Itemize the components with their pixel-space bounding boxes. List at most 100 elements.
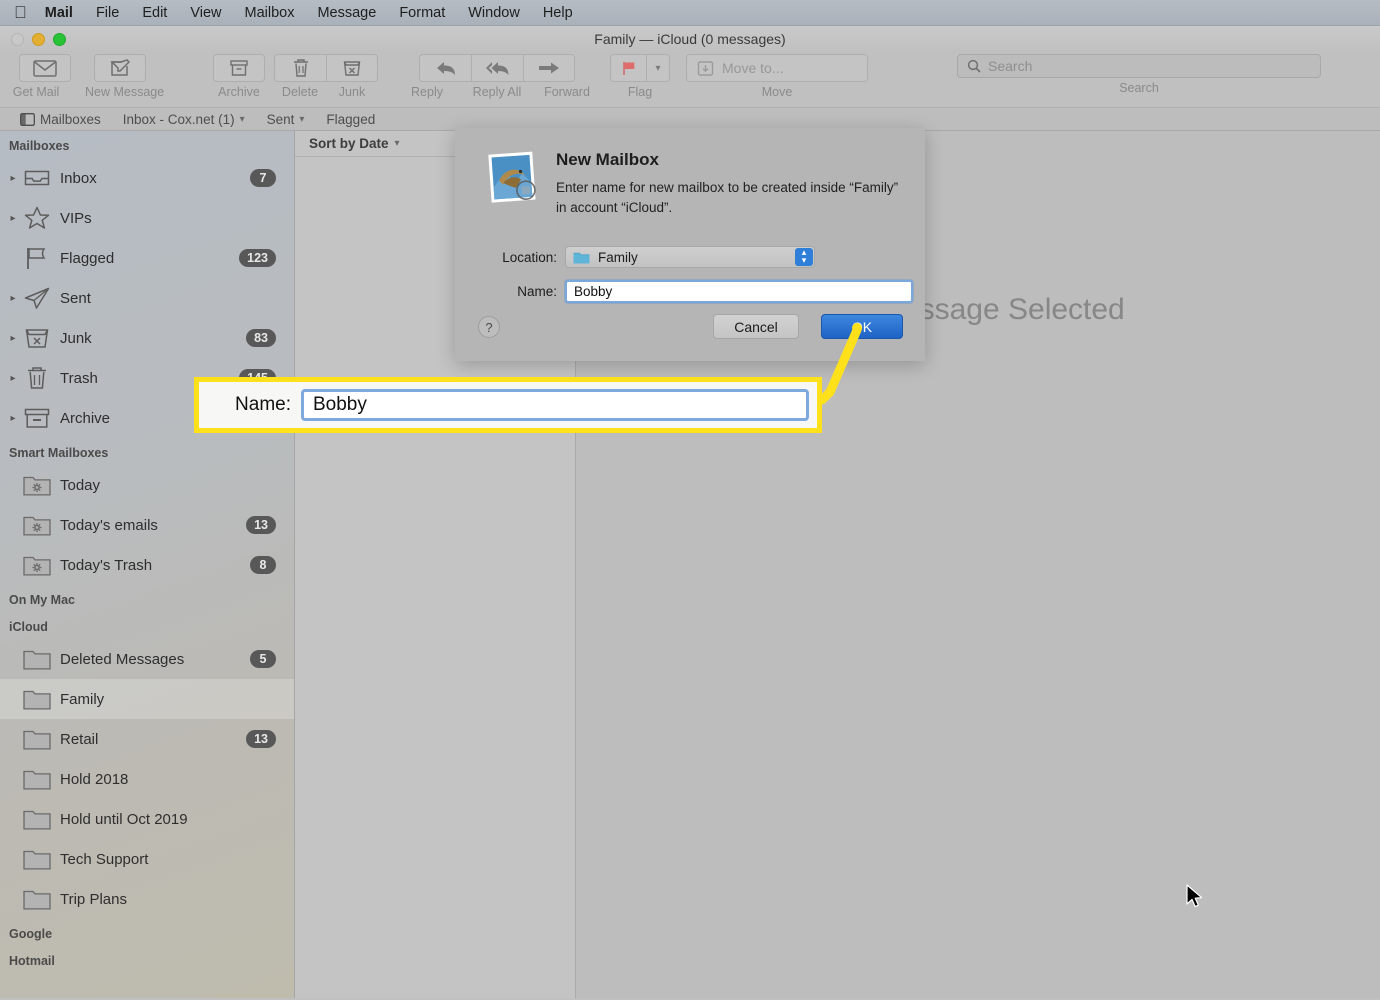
disclosure-triangle-icon[interactable]: ▸ (6, 293, 20, 304)
mailboxes-toggle[interactable]: Mailboxes (12, 112, 109, 127)
move-to-button[interactable]: Move to... (686, 54, 868, 82)
smart-folder-icon (20, 514, 54, 537)
sidebar-item-hold-2018[interactable]: ▸Hold 2018 (0, 759, 294, 799)
sidebar-item-label: Hold 2018 (60, 770, 129, 788)
new-message-button[interactable] (94, 54, 146, 82)
move-to-folder-icon (697, 60, 714, 76)
flag-button[interactable] (610, 54, 646, 82)
sidebar-item-label: Trash (60, 369, 98, 387)
sidebar-item-sent[interactable]: ▸ Sent (0, 278, 294, 318)
ok-button[interactable]: OK (821, 314, 903, 339)
cancel-button[interactable]: Cancel (713, 314, 799, 339)
sidebar-item-tech-support[interactable]: ▸Tech Support (0, 839, 294, 879)
mailbox-name-input[interactable]: Bobby (565, 280, 913, 303)
reply-all-label: Reply All (472, 85, 522, 99)
menu-edit[interactable]: Edit (142, 5, 167, 21)
sidebar-item-hold-until-oct-2019[interactable]: ▸Hold until Oct 2019 (0, 799, 294, 839)
menu-message[interactable]: Message (317, 5, 376, 21)
menu-window[interactable]: Window (468, 5, 520, 21)
sidebar-item-label: Family (60, 690, 105, 708)
menu-format[interactable]: Format (399, 5, 445, 21)
location-label: Location: (502, 249, 557, 265)
reply-all-button[interactable] (471, 54, 523, 82)
location-select[interactable]: Family ▴ ▾ (565, 246, 815, 268)
search-input[interactable]: Search (957, 54, 1321, 78)
sidebar-item-label: Flagged (60, 249, 115, 267)
chevron-down-icon: ▾ (239, 113, 245, 125)
sidebar-item-deleted-messages[interactable]: ▸Deleted Messages5 (0, 639, 294, 679)
sidebar-item-label: Trip Plans (60, 890, 127, 908)
sidebar-item-label: Sent (60, 289, 91, 307)
mouse-cursor-icon (1186, 884, 1203, 908)
new-mailbox-dialog: New Mailbox Enter name for new mailbox t… (455, 128, 925, 361)
sidebar-item-junk[interactable]: ▸ Junk 83 (0, 318, 294, 358)
folder-icon (20, 888, 54, 911)
unread-count-badge: 8 (250, 556, 276, 574)
junk-button[interactable] (326, 54, 378, 82)
unread-count-badge: 83 (246, 329, 276, 347)
archive-label: Archive (218, 85, 260, 99)
sidebar: Mailboxes ▸ Inbox 7 ▸ VIPs ▸ Flagged 123 ▸ Sent ▸ Ju… (0, 131, 295, 998)
reply-button[interactable] (419, 54, 471, 82)
fav-sent[interactable]: Sent ▾ (259, 112, 313, 127)
toolbar: Get Mail New Message Archive Delete Junk… (0, 52, 1380, 107)
mail-stamp-icon (485, 150, 543, 211)
sidebar-item-retail[interactable]: ▸Retail13 (0, 719, 294, 759)
sidebar-item-flagged[interactable]: ▸Flagged123 (0, 238, 294, 278)
sidebar-item-label: Archive (60, 409, 111, 427)
menu-help[interactable]: Help (543, 5, 573, 21)
reply-all-arrow-icon (485, 61, 508, 75)
sidebar-section-header: Smart Mailboxes (9, 446, 109, 460)
disclosure-triangle-icon[interactable]: ▸ (6, 373, 20, 384)
sidebar-item-vips[interactable]: ▸ VIPs (0, 198, 294, 238)
dialog-message: Enter name for new mailbox to be created… (556, 180, 899, 215)
forward-button[interactable] (523, 54, 575, 82)
folder-icon (573, 252, 590, 263)
inbox-icon (20, 168, 54, 188)
sidebar-item-family[interactable]: ▸Family (0, 679, 294, 719)
apple-menu-icon[interactable]:  (14, 4, 27, 21)
sidebar-section-header: On My Mac (9, 593, 75, 607)
get-mail-label: Get Mail (12, 85, 60, 99)
delete-button[interactable] (274, 54, 326, 82)
junk-bin-icon (343, 61, 361, 76)
sort-by-date-label: Sort by Date (309, 136, 389, 151)
fav-flagged-label: Flagged (326, 111, 376, 127)
forward-label: Forward (544, 85, 590, 99)
envelope-icon (33, 59, 57, 77)
get-mail-button[interactable] (19, 54, 71, 82)
junk-label: Junk (338, 85, 366, 99)
sidebar-item-label: VIPs (60, 209, 92, 227)
folder-icon (20, 688, 54, 711)
menu-mail[interactable]: Mail (45, 5, 73, 21)
sidebar-item-today[interactable]: ▸Today (0, 465, 294, 505)
delete-label: Delete (281, 85, 319, 99)
folder-icon (20, 648, 54, 671)
disclosure-triangle-icon[interactable]: ▸ (6, 413, 20, 424)
chevron-down-icon: ▾ (655, 62, 661, 74)
menu-mailbox[interactable]: Mailbox (245, 5, 295, 21)
forward-arrow-icon (539, 62, 559, 74)
chevron-down-icon: ▾ (299, 113, 305, 125)
folder-icon (20, 768, 54, 791)
callout-name-input[interactable]: Bobby (301, 389, 809, 421)
sidebar-item-trip-plans[interactable]: ▸Trip Plans (0, 879, 294, 919)
sidebar-section-header: iCloud (9, 620, 48, 634)
help-button[interactable]: ? (478, 316, 500, 338)
sidebar-item-label: Junk (60, 329, 92, 347)
sidebar-item-inbox[interactable]: ▸ Inbox 7 (0, 158, 294, 198)
fav-inbox-cox[interactable]: Inbox - Cox.net (1) ▾ (115, 112, 253, 127)
sidebar-item-today-s-trash[interactable]: ▸Today's Trash8 (0, 545, 294, 585)
sidebar-item-label: Hold until Oct 2019 (60, 810, 188, 828)
unread-count-badge: 13 (246, 516, 276, 534)
sidebar-item-today-s-emails[interactable]: ▸Today's emails13 (0, 505, 294, 545)
disclosure-triangle-icon[interactable]: ▸ (6, 213, 20, 224)
menu-file[interactable]: File (96, 5, 119, 21)
flag-dropdown-button[interactable]: ▾ (646, 54, 670, 82)
archive-button[interactable] (213, 54, 265, 82)
fav-flagged[interactable]: Flagged (318, 112, 383, 127)
disclosure-triangle-icon[interactable]: ▸ (6, 173, 20, 184)
junk-icon (20, 327, 54, 349)
disclosure-triangle-icon[interactable]: ▸ (6, 333, 20, 344)
menu-view[interactable]: View (190, 5, 221, 21)
